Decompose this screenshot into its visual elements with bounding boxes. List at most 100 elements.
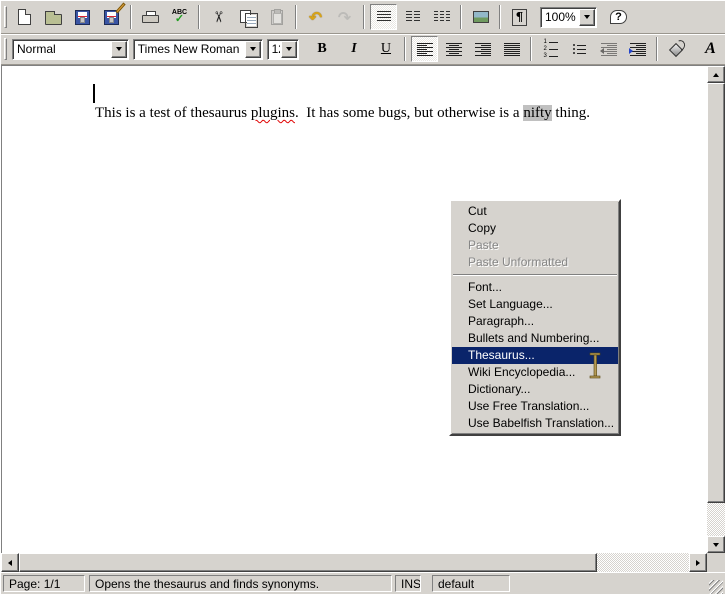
horizontal-scrollbar[interactable]	[1, 553, 707, 572]
menu-separator	[452, 271, 618, 279]
toolbar-separator	[198, 5, 200, 29]
zoom-dropdown-button[interactable]	[579, 9, 595, 26]
document-text[interactable]: This is a test of thesaurus plugins. It …	[95, 105, 590, 122]
italic-icon: I	[351, 41, 356, 57]
zoom-select[interactable]: 100%	[540, 7, 597, 28]
help-button[interactable]: ?	[605, 4, 632, 30]
bold-icon: B	[317, 41, 326, 57]
spellcheck-icon: ABC✓	[172, 9, 187, 25]
menu-item-paste: Paste	[452, 237, 618, 254]
toolbar-drag-handle[interactable]	[4, 6, 7, 28]
vertical-scrollbar-track[interactable]	[707, 503, 725, 536]
font-dropdown-button[interactable]	[245, 41, 261, 58]
style-dropdown-button[interactable]	[111, 41, 127, 58]
text-run: thing.	[552, 105, 590, 121]
menu-item-use-free-translation[interactable]: Use Free Translation...	[452, 398, 618, 415]
window-resize-grip[interactable]	[709, 580, 723, 594]
menu-item-dictionary[interactable]: Dictionary...	[452, 381, 618, 398]
font-select[interactable]: Times New Roman	[133, 39, 263, 60]
menu-item-use-babelfish-translation[interactable]: Use Babelfish Translation...	[452, 415, 618, 432]
align-justify-button[interactable]	[498, 36, 525, 62]
decrease-indent-icon	[601, 43, 617, 56]
save-button[interactable]	[69, 4, 96, 30]
scroll-up-button[interactable]	[707, 66, 725, 83]
font-color-button[interactable]: A	[697, 36, 724, 62]
status-message: Opens the thesaurus and finds synonyms.	[89, 575, 392, 592]
clipboard-icon	[271, 10, 283, 25]
scroll-right-button[interactable]	[689, 553, 707, 572]
toolbar-separator	[499, 5, 501, 29]
text-caret	[93, 84, 95, 103]
redo-button: ↷	[331, 4, 358, 30]
horizontal-scrollbar-thumb[interactable]	[19, 553, 597, 572]
misspelled-word[interactable]: plugins	[251, 105, 295, 121]
status-insert-mode[interactable]: INS	[395, 575, 421, 592]
three-columns-button[interactable]	[428, 4, 455, 30]
numbered-list-button[interactable]: 1 2 3	[537, 36, 564, 62]
toolbar-separator	[460, 5, 462, 29]
show-formatting-button[interactable]: ¶	[506, 4, 533, 30]
paste-button	[263, 4, 290, 30]
arrow-right-icon	[696, 560, 700, 566]
printer-icon	[142, 11, 159, 23]
horizontal-scrollbar-track[interactable]	[597, 553, 689, 572]
menu-item-copy[interactable]: Copy	[452, 220, 618, 237]
chevron-down-icon	[250, 47, 256, 51]
arrow-down-icon	[713, 543, 719, 547]
image-icon	[473, 11, 489, 23]
word-processor-window: ABC✓ ✂ ↶ ↷ ¶ 100% ? Normal Times New Rom…	[0, 0, 725, 594]
standard-toolbar: ABC✓ ✂ ↶ ↷ ¶ 100% ?	[1, 1, 725, 34]
scrollbar-corner	[707, 553, 725, 572]
menu-item-set-language[interactable]: Set Language...	[452, 296, 618, 313]
scroll-left-button[interactable]	[1, 553, 19, 572]
open-button[interactable]	[40, 4, 67, 30]
menu-item-font[interactable]: Font...	[452, 279, 618, 296]
font-size-dropdown-button[interactable]	[281, 41, 297, 58]
toolbar-separator	[656, 37, 658, 61]
menu-item-bullets-and-numbering[interactable]: Bullets and Numbering...	[452, 330, 618, 347]
arrow-left-icon	[8, 560, 12, 566]
underline-button[interactable]: U	[372, 36, 399, 62]
arrow-up-icon	[713, 73, 719, 77]
font-color-icon: A	[705, 40, 716, 58]
align-right-button[interactable]	[469, 36, 496, 62]
status-bar: Page: 1/1 Opens the thesaurus and finds …	[1, 572, 725, 594]
align-left-button[interactable]	[411, 36, 438, 62]
copy-icon	[240, 10, 256, 25]
toolbar-separator	[295, 5, 297, 29]
chevron-down-icon	[116, 47, 122, 51]
font-size-select[interactable]: 12	[267, 39, 299, 60]
save-floppy-icon	[75, 10, 90, 25]
print-button[interactable]	[137, 4, 164, 30]
toolbar-drag-handle[interactable]	[4, 38, 7, 60]
align-center-icon	[446, 43, 462, 56]
cut-button[interactable]: ✂	[205, 4, 232, 30]
menu-item-paragraph[interactable]: Paragraph...	[452, 313, 618, 330]
copy-button[interactable]	[234, 4, 261, 30]
two-columns-button[interactable]	[399, 4, 426, 30]
align-right-icon	[475, 43, 491, 56]
one-column-icon	[377, 11, 391, 23]
insert-image-button[interactable]	[467, 4, 494, 30]
style-select[interactable]: Normal	[12, 39, 129, 60]
status-style-name: default	[432, 575, 510, 592]
italic-button[interactable]: I	[341, 36, 368, 62]
vertical-scrollbar-thumb[interactable]	[707, 83, 725, 503]
spellcheck-button[interactable]: ABC✓	[166, 4, 193, 30]
new-document-button[interactable]	[11, 4, 38, 30]
save-as-button[interactable]	[98, 4, 125, 30]
vertical-scrollbar[interactable]	[707, 66, 725, 553]
one-column-button[interactable]	[370, 4, 397, 30]
scroll-down-button[interactable]	[707, 536, 725, 553]
align-center-button[interactable]	[440, 36, 467, 62]
menu-item-cut[interactable]: Cut	[452, 203, 618, 220]
new-document-icon	[18, 9, 31, 25]
selected-word[interactable]: nifty	[523, 105, 551, 121]
highlight-color-button[interactable]	[663, 36, 690, 62]
bullet-list-button[interactable]	[566, 36, 593, 62]
undo-button[interactable]: ↶	[302, 4, 329, 30]
zoom-value: 100%	[541, 8, 578, 27]
increase-indent-button[interactable]	[624, 36, 651, 62]
bold-button[interactable]: B	[309, 36, 336, 62]
align-left-icon	[417, 43, 433, 56]
